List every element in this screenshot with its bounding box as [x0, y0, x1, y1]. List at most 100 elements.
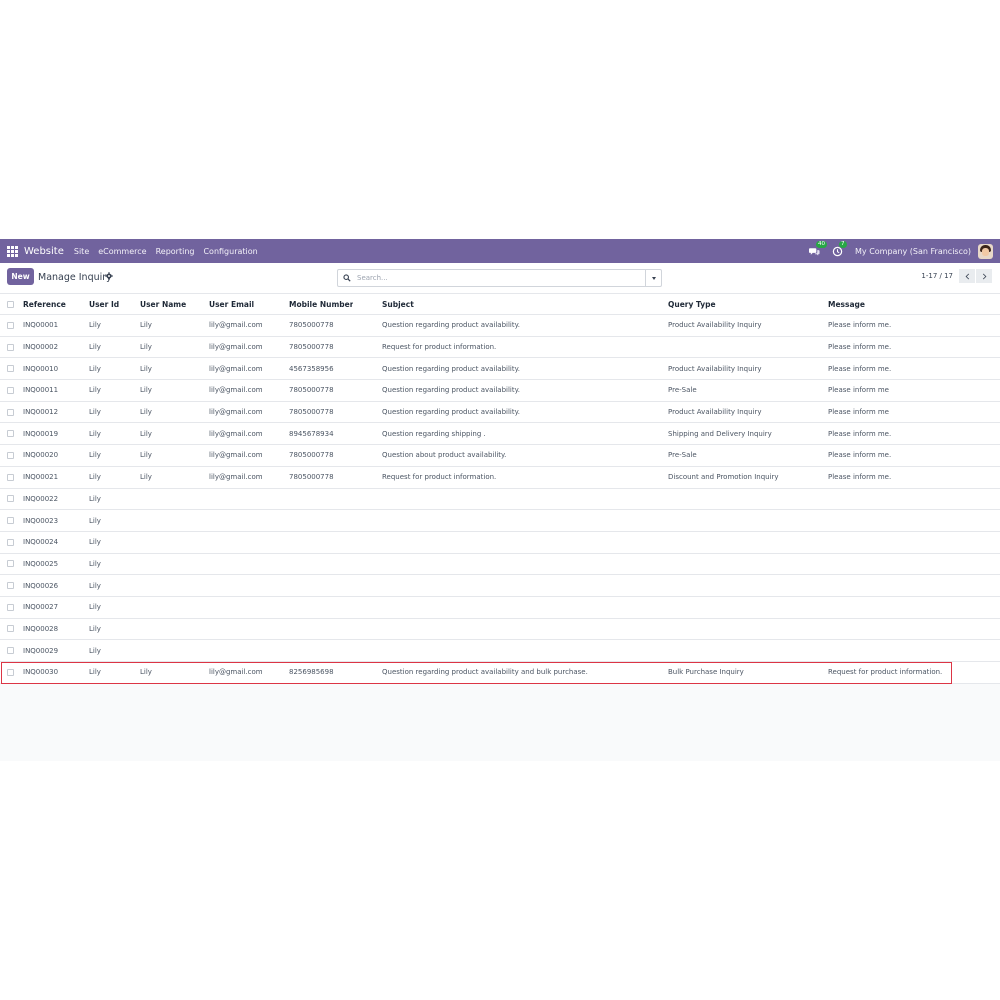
row-checkbox[interactable]	[7, 603, 14, 611]
cell-reference: INQ00011	[23, 386, 59, 395]
row-checkbox[interactable]	[7, 430, 14, 438]
pager-previous-button[interactable]	[959, 269, 975, 283]
cell-user-id: Lily	[89, 646, 101, 655]
messages-button[interactable]: 40	[809, 240, 828, 257]
row-checkbox[interactable]	[7, 343, 14, 351]
cell-message: Please inform me.	[828, 343, 892, 352]
header-query-type[interactable]: Query Type	[668, 300, 716, 309]
table-row[interactable]: INQ00001 Lily Lily lily@gmail.com 7805000778…	[0, 315, 1000, 337]
cell-mobile-number: 4567358956	[289, 364, 334, 373]
row-checkbox[interactable]	[7, 668, 14, 676]
table-header-row: Reference User Id User Name User Email M…	[0, 294, 1000, 315]
header-reference[interactable]: Reference	[23, 300, 66, 309]
pager: 1-17 / 17	[921, 269, 992, 283]
row-checkbox[interactable]	[7, 625, 14, 633]
cell-reference: INQ00023	[23, 516, 59, 525]
table-row[interactable]: INQ00021 Lily Lily lily@gmail.com 7805000778…	[0, 466, 1000, 489]
activities-button[interactable]: 7	[832, 240, 847, 257]
row-checkbox[interactable]	[7, 538, 14, 546]
header-user-name[interactable]: User Name	[140, 300, 186, 309]
table-body: INQ00001 Lily Lily lily@gmail.com 7805000778…	[0, 315, 1000, 684]
row-checkbox[interactable]	[7, 365, 14, 373]
table-row[interactable]: INQ00030 Lily Lily lily@gmail.com 8256985698…	[0, 662, 1000, 684]
gear-icon[interactable]	[105, 272, 113, 280]
table-row[interactable]: INQ00024 Lily	[0, 531, 1000, 554]
cell-reference: INQ00001	[23, 321, 59, 330]
table-row[interactable]: INQ00011 Lily Lily lily@gmail.com 7805000778…	[0, 380, 1000, 402]
cell-user-id: Lily	[89, 429, 101, 438]
menu-ecommerce[interactable]: eCommerce	[98, 247, 146, 256]
cell-user-id: Lily	[89, 408, 101, 417]
table-row[interactable]: INQ00023 Lily	[0, 510, 1000, 532]
user-avatar[interactable]	[978, 243, 993, 259]
table-row[interactable]: INQ00022 Lily	[0, 488, 1000, 511]
apps-grid-icon[interactable]	[7, 245, 18, 257]
cell-mobile-number: 8945678934	[289, 429, 334, 438]
row-checkbox[interactable]	[7, 495, 14, 503]
header-subject[interactable]: Subject	[382, 300, 414, 309]
search-options-toggle[interactable]	[645, 270, 661, 286]
menu-site[interactable]: Site	[74, 247, 89, 256]
page-title: Manage Inquiry	[38, 272, 112, 283]
row-checkbox[interactable]	[7, 582, 14, 590]
row-checkbox[interactable]	[7, 517, 14, 525]
search-input[interactable]	[357, 274, 637, 282]
row-checkbox[interactable]	[7, 386, 14, 394]
pager-next-button[interactable]	[976, 269, 992, 283]
cell-user-id: Lily	[89, 668, 101, 677]
table-row[interactable]: INQ00028 Lily	[0, 618, 1000, 641]
table-row[interactable]: INQ00026 Lily	[0, 575, 1000, 597]
activities-badge: 7	[839, 240, 847, 248]
cell-reference: INQ00025	[23, 559, 59, 568]
cell-query-type: Pre-Sale	[668, 451, 697, 460]
cell-user-id: Lily	[89, 473, 101, 482]
cell-reference: INQ00022	[23, 494, 59, 503]
pager-value[interactable]: 1-17 / 17	[921, 272, 953, 280]
row-checkbox[interactable]	[7, 473, 14, 481]
row-checkbox[interactable]	[7, 647, 14, 655]
table-row[interactable]: INQ00027 Lily	[0, 596, 1000, 619]
table-row[interactable]: INQ00025 Lily	[0, 553, 1000, 576]
cell-mobile-number: 7805000778	[289, 386, 334, 395]
header-message[interactable]: Message	[828, 300, 865, 309]
cell-reference: INQ00002	[23, 343, 59, 352]
cell-user-email: lily@gmail.com	[209, 473, 263, 482]
cell-subject: Question regarding product availability.	[382, 408, 520, 417]
search-bar	[337, 269, 662, 287]
table-row[interactable]: INQ00029 Lily	[0, 640, 1000, 662]
cell-user-name: Lily	[140, 473, 152, 482]
table-row[interactable]: INQ00019 Lily Lily lily@gmail.com 8945678934…	[0, 423, 1000, 446]
top-navbar: Website Site eCommerce Reporting Configu…	[0, 239, 1000, 263]
menu-reporting[interactable]: Reporting	[156, 247, 195, 256]
row-checkbox[interactable]	[7, 451, 14, 459]
cell-message: Please inform me.	[828, 321, 892, 330]
cell-user-name: Lily	[140, 429, 152, 438]
company-switcher[interactable]: My Company (San Francisco)	[855, 247, 971, 256]
header-user-id[interactable]: User Id	[89, 300, 119, 309]
cell-subject: Question regarding product availability …	[382, 668, 588, 677]
menu-configuration[interactable]: Configuration	[203, 247, 257, 256]
row-checkbox[interactable]	[7, 560, 14, 568]
row-checkbox[interactable]	[7, 408, 14, 416]
select-all-checkbox[interactable]	[7, 300, 14, 308]
cell-reference: INQ00024	[23, 538, 59, 547]
cell-mobile-number: 7805000778	[289, 408, 334, 417]
table-row[interactable]: INQ00012 Lily Lily lily@gmail.com 7805000778…	[0, 401, 1000, 424]
cell-user-name: Lily	[140, 386, 152, 395]
app-brand[interactable]: Website	[24, 246, 64, 257]
chevron-left-icon	[965, 273, 969, 279]
cell-user-id: Lily	[89, 451, 101, 460]
cell-reference: INQ00026	[23, 581, 59, 590]
header-user-email[interactable]: User Email	[209, 300, 254, 309]
table-row[interactable]: INQ00020 Lily Lily lily@gmail.com 7805000778…	[0, 445, 1000, 467]
header-mobile-number[interactable]: Mobile Number	[289, 300, 353, 309]
cell-subject: Question about product availability.	[382, 451, 507, 460]
row-checkbox[interactable]	[7, 321, 14, 329]
cell-mobile-number: 7805000778	[289, 473, 334, 482]
table-row[interactable]: INQ00010 Lily Lily lily@gmail.com 4567358956…	[0, 358, 1000, 381]
new-button[interactable]: New	[7, 268, 34, 285]
cell-message: Please inform me	[828, 408, 889, 417]
messages-badge: 40	[816, 240, 828, 248]
table-row[interactable]: INQ00002 Lily Lily lily@gmail.com 7805000778…	[0, 336, 1000, 359]
cell-reference: INQ00030	[23, 668, 59, 677]
